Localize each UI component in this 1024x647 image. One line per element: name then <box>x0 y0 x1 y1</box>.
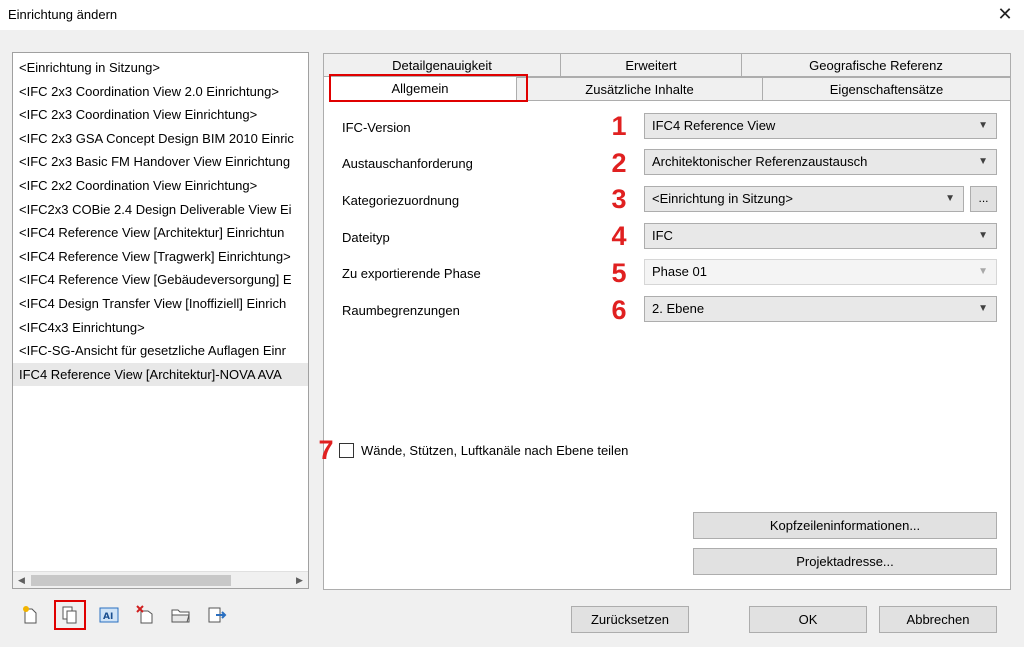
setup-list[interactable]: <Einrichtung in Sitzung> <IFC 2x3 Coordi… <box>12 52 309 589</box>
kategoriezuordnung-browse-button[interactable]: ... <box>970 186 997 212</box>
chevron-down-icon: ▼ <box>978 156 988 167</box>
rename-setup-icon[interactable]: AI <box>96 602 122 628</box>
tab-geografische-referenz[interactable]: Geografische Referenz <box>741 53 1011 77</box>
tab-eigenschaftensaetze[interactable]: Eigenschaftensätze <box>762 77 1011 101</box>
close-button[interactable]: ✕ <box>992 3 1018 27</box>
setup-list-item[interactable]: <IFC4 Design Transfer View [Inoffiziell]… <box>13 292 308 316</box>
svg-text:AI: AI <box>103 612 113 622</box>
kategoriezuordnung-select[interactable]: <Einrichtung in Sitzung> ▼ <box>644 186 964 212</box>
setup-list-item[interactable]: <IFC 2x3 GSA Concept Design BIM 2010 Ein… <box>13 127 308 151</box>
annotation-number-7: 7 <box>318 435 334 465</box>
kategoriezuordnung-label: Kategoriezuordnung <box>342 193 460 208</box>
new-setup-icon[interactable] <box>18 602 44 628</box>
annotation-number-4: 4 <box>611 221 627 251</box>
setup-list-item[interactable]: <IFC4x3 Einrichtung> <box>13 316 308 340</box>
setup-list-item[interactable]: <IFC4 Reference View [Gebäudeversorgung]… <box>13 268 308 292</box>
scroll-right-icon[interactable]: ▶ <box>291 572 308 588</box>
cancel-button[interactable]: Abbrechen <box>879 606 997 633</box>
delete-setup-icon[interactable] <box>132 602 158 628</box>
ifc-version-select[interactable]: IFC4 Reference View ▼ <box>644 113 997 139</box>
title-bar: Einrichtung ändern ✕ <box>0 0 1024 30</box>
austauschanforderung-label: Austauschanforderung <box>342 156 473 171</box>
raumbegrenzungen-select[interactable]: 2. Ebene ▼ <box>644 296 997 322</box>
import-setup-icon[interactable] <box>168 602 194 628</box>
raumbegrenzungen-label: Raumbegrenzungen <box>342 303 460 318</box>
setup-list-item[interactable]: <IFC 2x3 Coordination View 2.0 Einrichtu… <box>13 80 308 104</box>
setup-toolbar: AI <box>18 600 230 630</box>
chevron-down-icon: ▼ <box>978 120 988 131</box>
export-setup-icon[interactable] <box>204 602 230 628</box>
ifc-version-value: IFC4 Reference View <box>652 118 776 133</box>
austauschanforderung-select[interactable]: Architektonischer Referenzaustausch ▼ <box>644 149 997 175</box>
tab-erweitert[interactable]: Erweitert <box>560 53 742 77</box>
annotation-number-1: 1 <box>611 111 627 141</box>
phase-label: Zu exportierende Phase <box>342 266 481 281</box>
setup-list-item[interactable]: <IFC 2x2 Coordination View Einrichtung> <box>13 174 308 198</box>
scrollbar-thumb[interactable] <box>31 575 231 586</box>
chevron-down-icon: ▼ <box>978 266 988 277</box>
phase-select: Phase 01 ▼ <box>644 259 997 285</box>
dateityp-value: IFC <box>652 228 673 243</box>
split-by-level-label: Wände, Stützen, Luftkanäle nach Ebene te… <box>361 443 629 458</box>
setup-list-item[interactable]: <Einrichtung in Sitzung> <box>13 56 308 80</box>
setup-list-item[interactable]: <IFC 2x3 Coordination View Einrichtung> <box>13 103 308 127</box>
setup-list-item[interactable]: <IFC4 Reference View [Architektur] Einri… <box>13 221 308 245</box>
setup-list-item[interactable]: <IFC-SG-Ansicht für gesetzliche Auflagen… <box>13 339 308 363</box>
austauschanforderung-value: Architektonischer Referenzaustausch <box>652 154 868 169</box>
raumbegrenzungen-value: 2. Ebene <box>652 301 705 316</box>
annotation-number-5: 5 <box>611 258 627 288</box>
chevron-down-icon: ▼ <box>978 230 988 241</box>
setup-list-item-selected[interactable]: IFC4 Reference View [Architektur]-NOVA A… <box>13 362 308 387</box>
tab-allgemein[interactable]: Allgemein <box>323 76 517 102</box>
phase-value: Phase 01 <box>652 264 707 279</box>
setup-list-item[interactable]: <IFC 2x3 Basic FM Handover View Einricht… <box>13 150 308 174</box>
setup-list-item[interactable]: <IFC2x3 COBie 2.4 Design Deliverable Vie… <box>13 198 308 222</box>
duplicate-setup-icon[interactable] <box>54 600 86 630</box>
horizontal-scrollbar[interactable]: ◀ ▶ <box>13 571 308 588</box>
tab-zusaetzliche-inhalte[interactable]: Zusätzliche Inhalte <box>516 77 763 101</box>
window-title: Einrichtung ändern <box>8 7 118 22</box>
tab-detailgenauigkeit[interactable]: Detailgenauigkeit <box>323 53 561 77</box>
scroll-left-icon[interactable]: ◀ <box>13 572 30 588</box>
dateityp-label: Dateityp <box>342 230 390 245</box>
chevron-down-icon: ▼ <box>945 193 955 204</box>
ifc-version-label: IFC-Version <box>342 120 411 135</box>
header-info-button[interactable]: Kopfzeileninformationen... <box>693 512 997 539</box>
annotation-number-2: 2 <box>611 148 627 178</box>
ok-button[interactable]: OK <box>749 606 867 633</box>
setup-list-item[interactable]: <IFC4 Reference View [Tragwerk] Einricht… <box>13 245 308 269</box>
annotation-number-3: 3 <box>611 184 627 214</box>
dateityp-select[interactable]: IFC ▼ <box>644 223 997 249</box>
chevron-down-icon: ▼ <box>978 303 988 314</box>
kategoriezuordnung-value: <Einrichtung in Sitzung> <box>652 191 793 206</box>
project-address-button[interactable]: Projektadresse... <box>693 548 997 575</box>
split-by-level-checkbox[interactable] <box>339 443 354 458</box>
annotation-number-6: 6 <box>611 295 627 325</box>
reset-button[interactable]: Zurücksetzen <box>571 606 689 633</box>
